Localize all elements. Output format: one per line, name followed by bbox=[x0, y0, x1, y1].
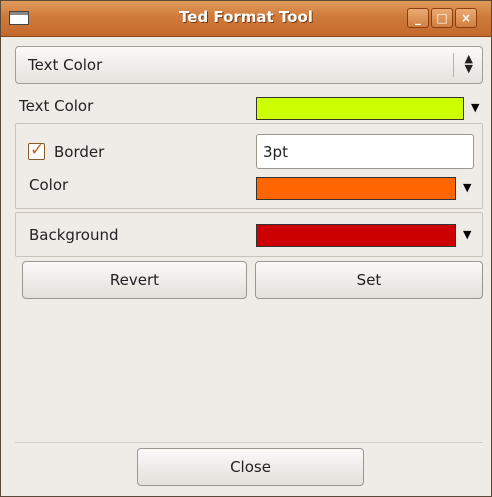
border-checkbox-label[interactable]: Border bbox=[54, 143, 104, 161]
text-color-dropdown-icon[interactable]: ▼ bbox=[471, 101, 479, 114]
border-color-label: Color bbox=[29, 176, 69, 194]
dropdown-separator bbox=[453, 53, 454, 77]
text-color-swatch[interactable] bbox=[256, 97, 464, 120]
close-button[interactable]: Close bbox=[137, 448, 364, 486]
border-width-input[interactable]: 3pt bbox=[256, 134, 474, 169]
maximize-button[interactable]: □ bbox=[431, 8, 453, 28]
checkmark-icon: ✓ bbox=[30, 140, 45, 160]
minimize-button[interactable]: _ bbox=[407, 8, 429, 28]
background-dropdown-icon[interactable]: ▼ bbox=[463, 228, 471, 241]
title-bar[interactable]: Ted Format Tool _ □ × bbox=[1, 1, 491, 37]
property-selector-value: Text Color bbox=[28, 56, 103, 74]
border-checkbox[interactable]: ✓ bbox=[28, 140, 45, 160]
revert-button[interactable]: Revert bbox=[22, 261, 247, 299]
set-button[interactable]: Set bbox=[255, 261, 483, 299]
format-tool-window: Ted Format Tool _ □ × Text Color ▲ ▼ Text… bbox=[0, 0, 492, 497]
background-color-swatch[interactable] bbox=[256, 224, 456, 247]
border-color-swatch[interactable] bbox=[256, 177, 456, 200]
text-color-label: Text Color bbox=[19, 97, 94, 115]
background-label: Background bbox=[29, 226, 119, 244]
close-window-button[interactable]: × bbox=[455, 8, 477, 28]
border-color-dropdown-icon[interactable]: ▼ bbox=[463, 181, 471, 194]
footer-divider bbox=[15, 442, 483, 443]
up-down-arrows-icon: ▲ ▼ bbox=[464, 52, 473, 75]
property-selector[interactable]: Text Color ▲ ▼ bbox=[15, 46, 483, 84]
